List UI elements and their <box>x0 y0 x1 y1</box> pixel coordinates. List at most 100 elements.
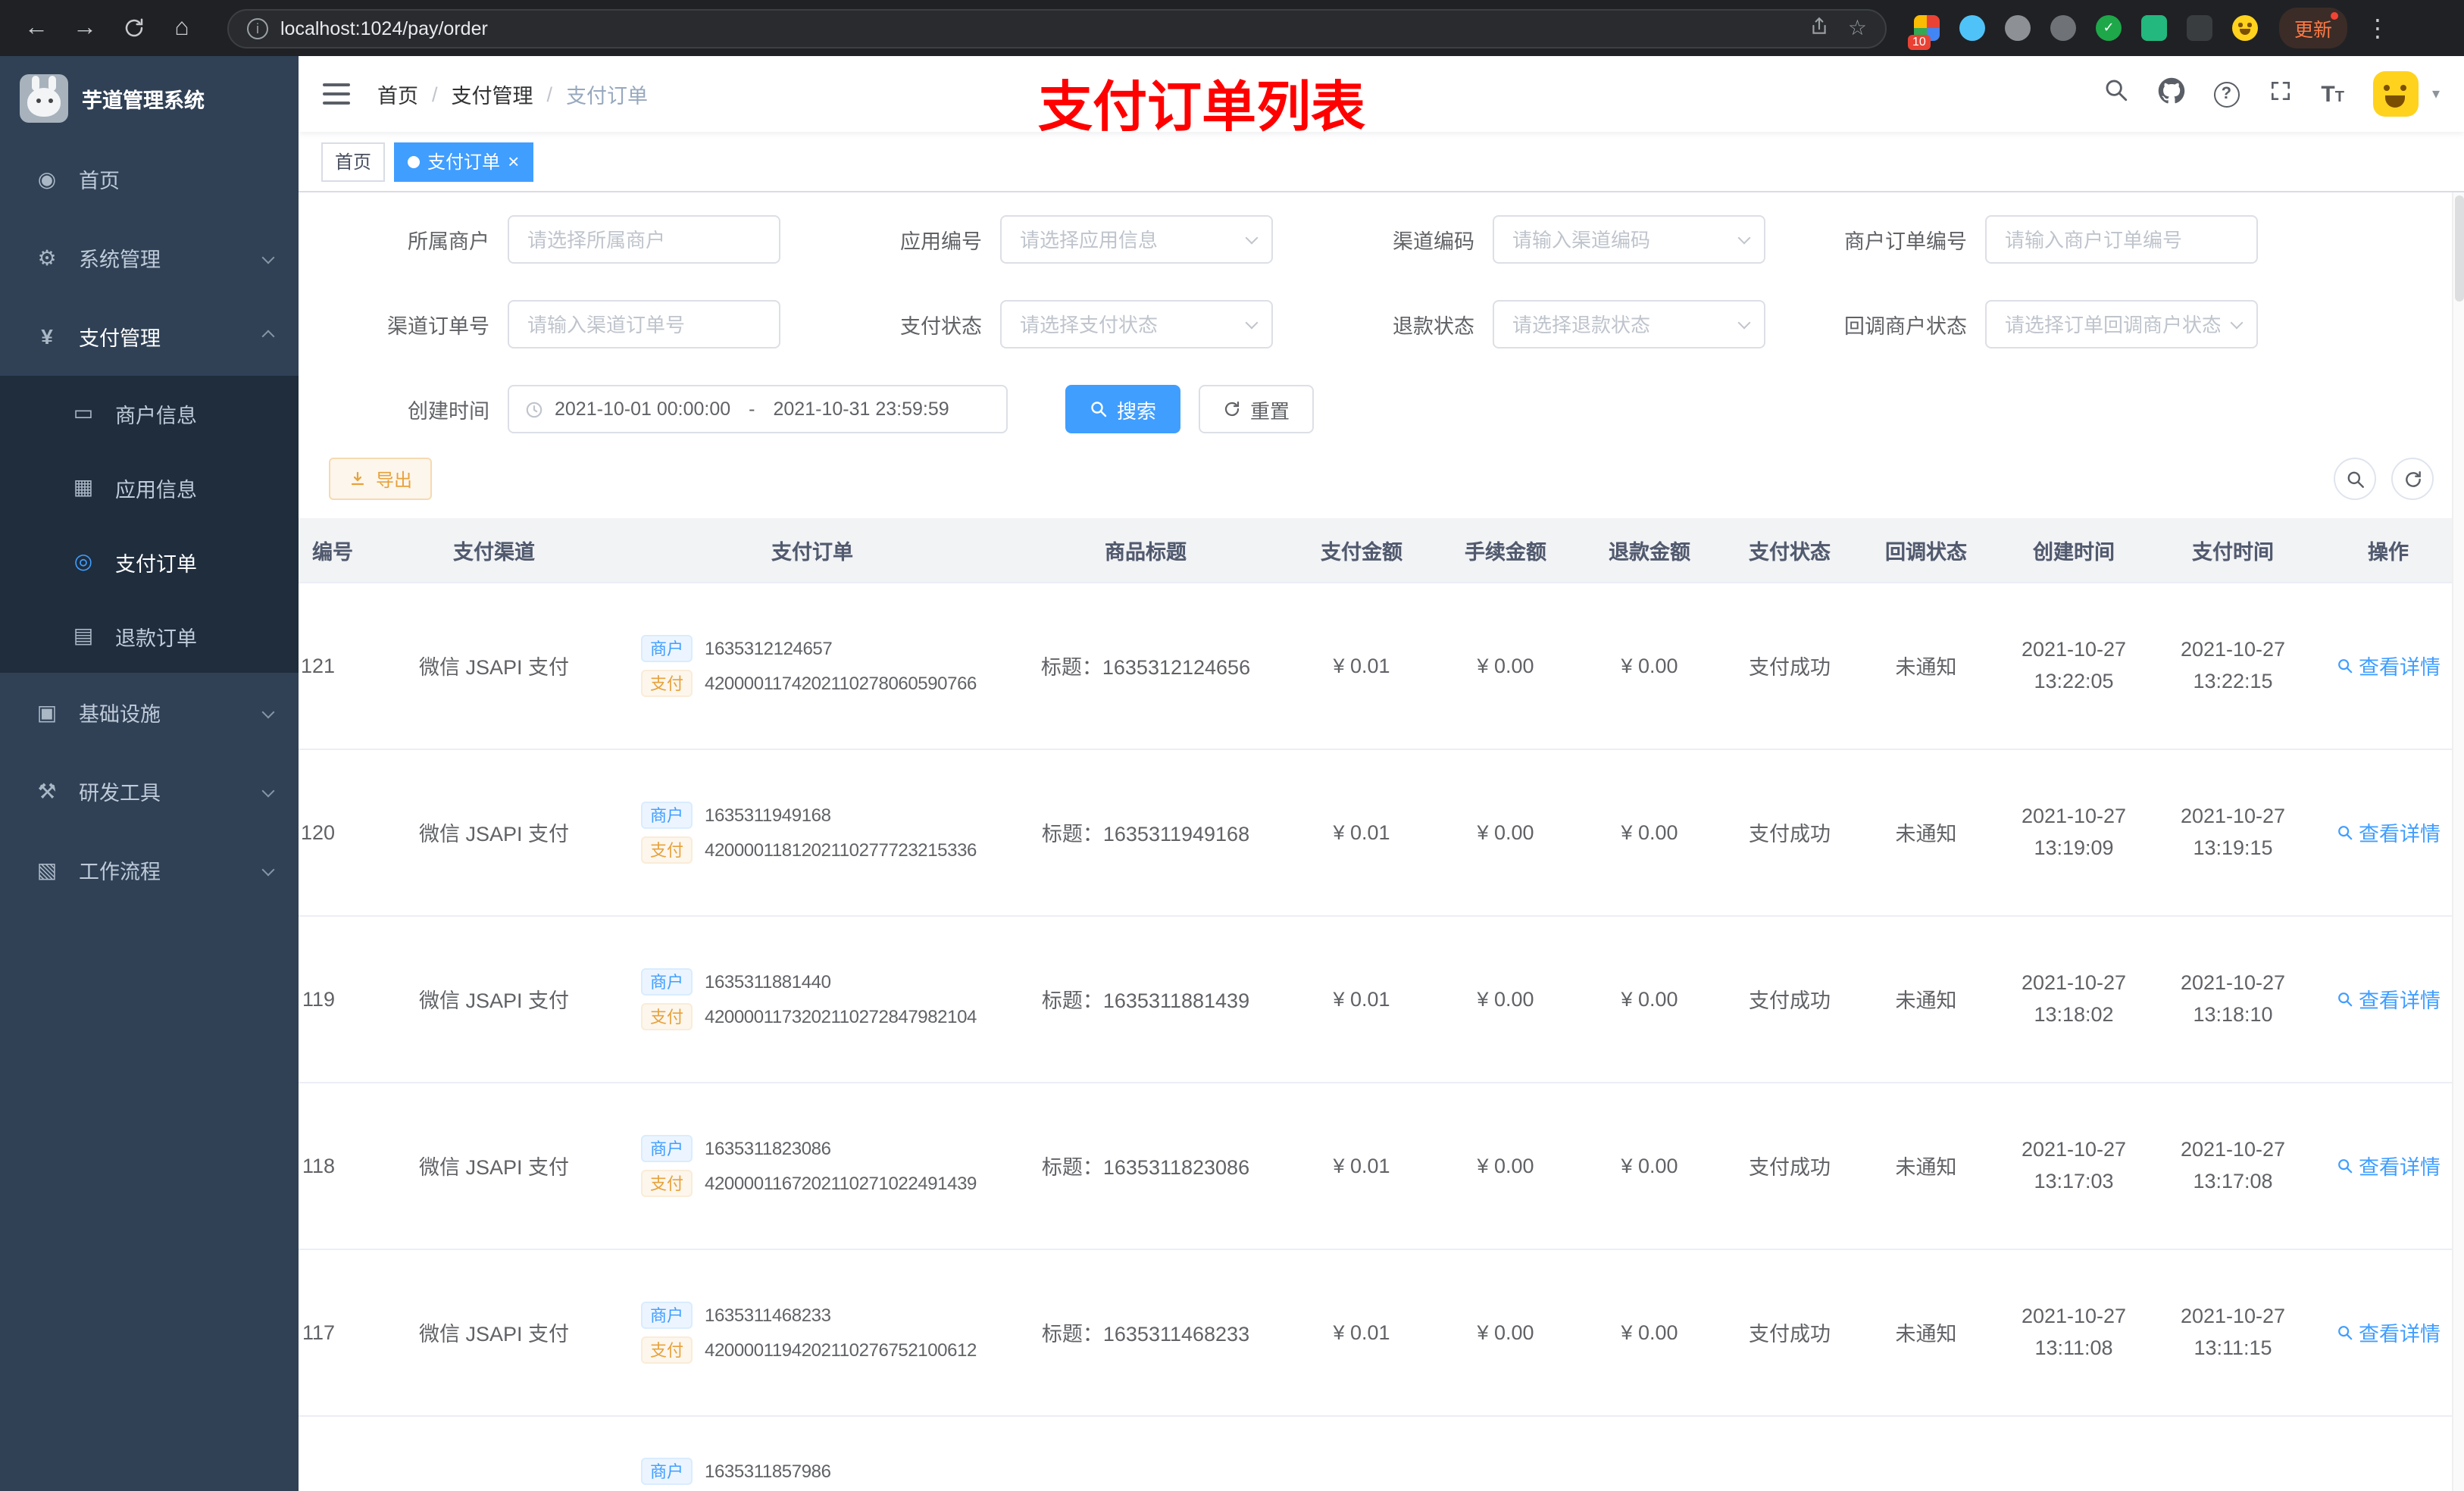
pay-status-select[interactable] <box>1000 300 1273 349</box>
sidebar-item-payment[interactable]: ¥ 支付管理 <box>0 297 299 376</box>
cell-channel: 微信 JSAPI 支付 <box>365 1249 623 1416</box>
download-icon <box>351 471 364 486</box>
sidebar-collapse-icon[interactable] <box>323 83 350 105</box>
sidebar-item-pay-order[interactable]: ◎ 支付订单 <box>0 524 299 599</box>
cell-amount: ¥ 0.01 <box>1290 582 1434 749</box>
channel-order-no-input[interactable] <box>508 300 780 349</box>
share-icon[interactable] <box>1810 16 1830 40</box>
back-icon[interactable]: ← <box>15 7 58 49</box>
fullscreen-icon[interactable] <box>2268 78 2292 110</box>
cell-created: 2021-10-27 13:19:09 <box>1994 749 2153 916</box>
merchant-select-input[interactable] <box>508 215 780 264</box>
table-row: 118 微信 JSAPI 支付 商户 1635311823086 支付 420000… <box>299 1082 2464 1249</box>
avatar[interactable] <box>2372 71 2419 117</box>
tab-home[interactable]: 首页 <box>321 142 386 181</box>
sidebar-item-merchant-info[interactable]: ▭ 商户信息 <box>0 376 299 450</box>
address-bar[interactable]: i localhost:1024/pay/order ☆ <box>227 8 1887 48</box>
url-text[interactable]: localhost:1024/pay/order <box>280 17 1810 39</box>
sidebar-item-workflow[interactable]: ▧ 工作流程 <box>0 830 299 909</box>
drop-extension-icon[interactable] <box>1959 15 1985 41</box>
target-icon: ◎ <box>73 549 93 573</box>
date-range-input[interactable]: 2021-10-01 00:00:00 - 2021-10-31 23:59:5… <box>508 385 1008 433</box>
toggle-search-button[interactable] <box>2334 458 2376 500</box>
refresh-table-button[interactable] <box>2391 458 2434 500</box>
doc-icon: ▤ <box>73 623 94 647</box>
bookmark-star-icon[interactable]: ☆ <box>1848 15 1867 41</box>
dashboard-icon: ◉ <box>37 166 57 190</box>
pin-extension-icon[interactable] <box>2187 15 2212 41</box>
search-icon <box>2337 1325 2352 1339</box>
help-icon[interactable]: ? <box>2213 81 2240 107</box>
filter-label: 商户订单编号 <box>1844 230 1967 253</box>
col-channel: 支付渠道 <box>365 518 623 583</box>
tab-label: 首页 <box>335 152 372 173</box>
date-end[interactable]: 2021-10-31 23:59:59 <box>774 399 949 420</box>
sidebar-item-home[interactable]: ◉ 首页 <box>0 139 299 218</box>
font-size-icon[interactable]: TT <box>2321 81 2344 107</box>
scrollbar-thumb[interactable] <box>2454 195 2463 302</box>
pay-tag: 支付 <box>641 1336 693 1363</box>
chat-extension-icon[interactable] <box>2141 15 2167 41</box>
search-icon <box>2337 1158 2352 1173</box>
github-icon[interactable] <box>2157 77 2184 111</box>
cell-paid: 2021-10-27 13:11:15 <box>2153 1249 2312 1416</box>
update-label: 更新 <box>2294 20 2333 41</box>
browser-menu-icon[interactable]: ⋮ <box>2356 7 2399 49</box>
sidebar-item-app-info[interactable]: ▦ 应用信息 <box>0 450 299 524</box>
cell-channel: 微信 JSAPI 支付 <box>365 582 623 749</box>
table-toolbar: 导出 <box>329 458 2434 500</box>
check-extension-icon[interactable]: ✓ <box>2096 15 2122 41</box>
breadcrumb-payment[interactable]: 支付管理 <box>452 79 533 109</box>
app-logo[interactable]: 芋道管理系统 <box>0 56 299 139</box>
vertical-scrollbar[interactable] <box>2452 192 2464 1491</box>
export-button[interactable]: 导出 <box>329 458 433 500</box>
filter-label: 支付状态 <box>900 315 982 338</box>
merchant-order-no-input[interactable] <box>1985 215 2258 264</box>
emoji-extension-icon[interactable] <box>2232 15 2258 41</box>
date-start[interactable]: 2021-10-01 00:00:00 <box>555 399 730 420</box>
breadcrumb-home[interactable]: 首页 <box>377 79 418 109</box>
search-icon[interactable] <box>2103 77 2128 111</box>
reload-icon[interactable] <box>112 7 155 49</box>
gear-icon: ⚙ <box>37 245 57 269</box>
view-detail-link[interactable]: 查看详情 <box>2336 1317 2441 1347</box>
view-detail-link[interactable]: 查看详情 <box>2336 983 2441 1014</box>
avatar-caret-icon[interactable]: ▾ <box>2432 86 2440 102</box>
breadcrumb-pay-order: 支付订单 <box>566 85 649 108</box>
view-detail-link[interactable]: 查看详情 <box>2336 817 2441 847</box>
chevron-down-icon <box>261 251 275 264</box>
extension-icon[interactable] <box>2005 15 2031 41</box>
close-icon[interactable]: × <box>508 152 519 171</box>
extensions-tray: 10 ✓ <box>1908 15 2258 50</box>
notify-status-select[interactable] <box>1985 300 2258 349</box>
reset-button[interactable]: 重置 <box>1199 385 1315 433</box>
sidebar-item-label: 退款订单 <box>115 627 197 649</box>
filter-label: 创建时间 <box>408 400 489 423</box>
extension-icon[interactable] <box>2050 15 2076 41</box>
cell-created: 2021-10-27 13:17:03 <box>1994 1082 2153 1249</box>
sidebar-item-dev-tools[interactable]: ⚒ 研发工具 <box>0 752 299 830</box>
channel-code-select[interactable] <box>1493 215 1765 264</box>
forward-icon[interactable]: → <box>64 7 106 49</box>
home-icon[interactable]: ⌂ <box>161 7 203 49</box>
col-fee: 手续金额 <box>1434 518 1578 583</box>
sidebar-item-refund-order[interactable]: ▤ 退款订单 <box>0 599 299 673</box>
update-button[interactable]: 更新 <box>2279 8 2348 48</box>
site-info-icon[interactable]: i <box>247 17 268 39</box>
cell-title: 标题：1635311823086 <box>1002 1082 1290 1249</box>
view-detail-link[interactable]: 查看详情 <box>2336 1150 2441 1180</box>
orders-table-container: 编号 支付渠道 支付订单 商品标题 支付金额 手续金额 退款金额 支付状态 回调… <box>299 518 2464 1491</box>
view-detail-link[interactable]: 查看详情 <box>2336 650 2441 680</box>
extensions-icon[interactable]: 10 <box>1908 15 1940 50</box>
refund-status-select[interactable] <box>1493 300 1765 349</box>
sidebar-item-system[interactable]: ⚙ 系统管理 <box>0 218 299 297</box>
sidebar-item-infrastructure[interactable]: ▣ 基础设施 <box>0 673 299 752</box>
cell-fee: ¥ 0.00 <box>1434 1249 1578 1416</box>
refresh-icon <box>2405 470 2420 486</box>
cell-refund: ¥ 0.00 <box>1578 749 1721 916</box>
cell-pay-order: 商户 1635311823086 支付 4200001167202110271022… <box>623 1082 1002 1249</box>
tab-pay-order[interactable]: 支付订单 × <box>394 142 533 181</box>
app-select[interactable] <box>1000 215 1273 264</box>
search-button[interactable]: 搜索 <box>1065 385 1181 433</box>
cell-pay-order: 商户 1635312124657 支付 4200001174202110278060… <box>623 582 1002 749</box>
